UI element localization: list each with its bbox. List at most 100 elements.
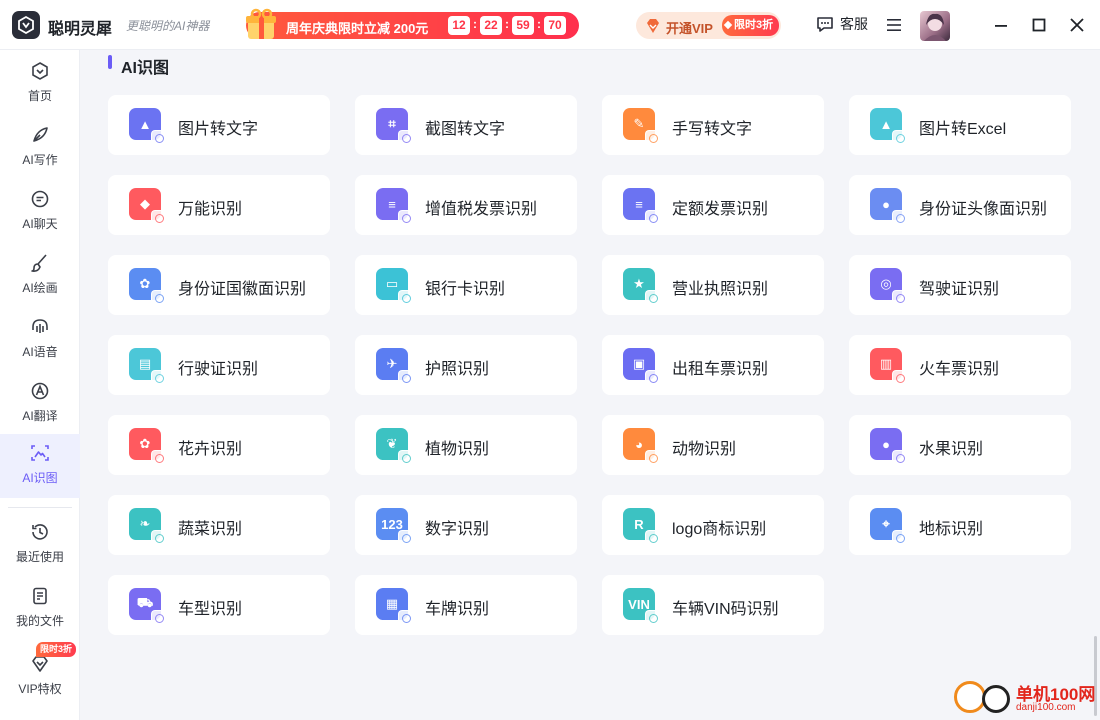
section-accent-bar	[108, 55, 112, 69]
tool-card[interactable]: ≡ 定额发票识别	[602, 175, 824, 235]
tool-card-label: 数字识别	[425, 521, 490, 538]
tool-card-label: 银行卡识别	[425, 281, 506, 298]
id-card-photo-icon: ●	[870, 188, 908, 226]
tool-card[interactable]: ★ 营业执照识别	[602, 255, 824, 315]
maximize-icon[interactable]	[1029, 15, 1049, 35]
customer-service-button[interactable]: 客服	[815, 14, 868, 34]
sidebar: 首页 AI写作 AI聊天 AI绘画 AI语音 AI翻译 AI识图 最近使用 我的…	[0, 50, 80, 720]
sidebar-item-my-files[interactable]: 我的文件	[0, 577, 80, 639]
tool-card[interactable]: ▲ 图片转文字	[108, 95, 330, 155]
section-title: AI识图	[121, 60, 170, 77]
scan-badge-icon	[151, 290, 167, 306]
vip-label: 开通VIP	[666, 21, 713, 36]
tool-card[interactable]: VIN 车辆VIN码识别	[602, 575, 824, 635]
tool-card[interactable]: ▭ 银行卡识别	[355, 255, 577, 315]
tool-card[interactable]: 123 数字识别	[355, 495, 577, 555]
tool-card-label: 营业执照识别	[672, 281, 769, 298]
tool-card[interactable]: ⌗ 截图转文字	[355, 95, 577, 155]
tool-card[interactable]: ✿ 花卉识别	[108, 415, 330, 475]
user-avatar[interactable]	[920, 11, 950, 41]
tool-card-label: 身份证国徽面识别	[178, 281, 307, 298]
tool-card[interactable]: ✿ 身份证国徽面识别	[108, 255, 330, 315]
sidebar-item-recent[interactable]: 最近使用	[0, 513, 80, 575]
sidebar-item-label: AI识图	[22, 471, 58, 485]
vat-invoice-icon: ≡	[376, 188, 414, 226]
scan-badge-icon	[398, 210, 414, 226]
sidebar-item-label: AI绘画	[22, 281, 58, 295]
tool-card-label: 车辆VIN码识别	[672, 601, 779, 618]
fruit-icon: ●	[870, 428, 908, 466]
sidebar-item-ai-voice[interactable]: AI语音	[0, 308, 80, 370]
tool-card[interactable]: ✈ 护照识别	[355, 335, 577, 395]
close-icon[interactable]	[1067, 15, 1087, 35]
vegetable-icon: ❧	[129, 508, 167, 546]
passport-icon: ✈	[376, 348, 414, 386]
sidebar-item-label: 最近使用	[15, 550, 64, 564]
scan-badge-icon	[892, 450, 908, 466]
scan-badge-icon	[151, 450, 167, 466]
plant-icon: ❦	[376, 428, 414, 466]
scan-badge-icon	[151, 610, 167, 626]
sidebar-item-ai-painting[interactable]: AI绘画	[0, 244, 80, 306]
sidebar-item-label: AI聊天	[22, 217, 58, 231]
scan-badge-icon	[151, 530, 167, 546]
tool-card-label: 截图转文字	[425, 121, 506, 138]
app-name: 聪明灵犀	[48, 21, 113, 38]
sidebar-item-ai-writing[interactable]: AI写作	[0, 116, 80, 178]
scan-badge-icon	[151, 210, 167, 226]
app-slogan: 更聪明的AI神器	[126, 19, 210, 33]
minimize-icon[interactable]	[991, 15, 1011, 35]
sidebar-item-ai-chat[interactable]: AI聊天	[0, 180, 80, 242]
tool-card-label: 图片转文字	[178, 121, 259, 138]
menu-icon[interactable]	[886, 17, 902, 33]
tool-card-label: 水果识别	[919, 441, 984, 458]
vin-code-icon: VIN	[623, 588, 661, 626]
tool-card[interactable]: ▦ 车牌识别	[355, 575, 577, 635]
tool-card[interactable]: ▤ 行驶证识别	[108, 335, 330, 395]
tool-card[interactable]: ❦ 植物识别	[355, 415, 577, 475]
scan-badge-icon	[645, 210, 661, 226]
tool-card[interactable]: ● 水果识别	[849, 415, 1071, 475]
scan-badge-icon	[398, 450, 414, 466]
tool-card[interactable]: ✎ 手写转文字	[602, 95, 824, 155]
tool-card-label: 地标识别	[919, 521, 984, 538]
gift-icon	[246, 8, 276, 39]
tool-card-label: 图片转Excel	[919, 121, 1007, 138]
tool-card[interactable]: ● 身份证头像面识别	[849, 175, 1071, 235]
avatar-image	[924, 13, 946, 41]
promo-banner[interactable]: 周年庆典限时立减 200元 12 : 22 : 59 : 70	[246, 8, 579, 39]
sidebar-item-ai-translate[interactable]: AI翻译	[0, 372, 80, 434]
tool-card[interactable]: ▣ 出租车票识别	[602, 335, 824, 395]
sidebar-item-home[interactable]: 首页	[0, 52, 80, 114]
tool-card-label: 动物识别	[672, 441, 737, 458]
car-model-icon: ⛟	[129, 588, 167, 626]
scan-badge-icon	[892, 370, 908, 386]
tool-card[interactable]: Rlogo商标识别	[602, 495, 824, 555]
tool-card[interactable]: ◕ 动物识别	[602, 415, 824, 475]
tool-card[interactable]: ❧ 蔬菜识别	[108, 495, 330, 555]
tool-card[interactable]: ⛟ 车型识别	[108, 575, 330, 635]
tool-card[interactable]: ◎ 驾驶证识别	[849, 255, 1071, 315]
sidebar-item-label: 我的文件	[15, 614, 64, 628]
home-icon	[32, 62, 48, 80]
bank-card-icon: ▭	[376, 268, 414, 306]
open-vip-button[interactable]: 开通VIP 限时3折	[636, 12, 781, 39]
scan-badge-icon	[398, 530, 414, 546]
tool-card[interactable]: ⌖ 地标识别	[849, 495, 1071, 555]
file-icon	[33, 587, 47, 605]
tool-card[interactable]: ▲ 图片转Excel	[849, 95, 1071, 155]
sidebar-item-ai-image-recognition[interactable]: AI识图	[0, 434, 80, 498]
sidebar-item-label: AI语音	[22, 345, 58, 359]
tool-card[interactable]: ≡ 增值税发票识别	[355, 175, 577, 235]
countdown-hours: 12	[448, 16, 470, 35]
train-ticket-icon: ▥	[870, 348, 908, 386]
tool-card[interactable]: ◆ 万能识别	[108, 175, 330, 235]
tool-card[interactable]: ▥ 火车票识别	[849, 335, 1071, 395]
flower-icon: ✿	[129, 428, 167, 466]
scan-badge-icon	[892, 210, 908, 226]
driver-license-icon: ◎	[870, 268, 908, 306]
scan-badge-icon	[645, 530, 661, 546]
service-label: 客服	[840, 16, 868, 32]
scan-badge-icon	[892, 530, 908, 546]
sidebar-item-label: AI翻译	[22, 409, 58, 423]
